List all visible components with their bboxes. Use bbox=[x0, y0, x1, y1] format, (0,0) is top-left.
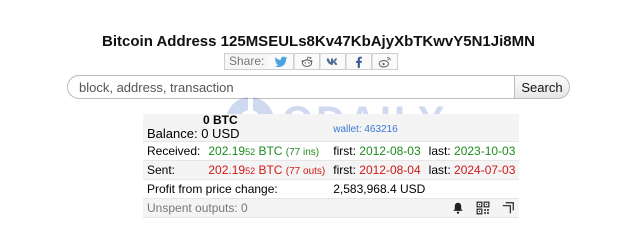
facebook-share-button[interactable] bbox=[346, 53, 373, 70]
search-button[interactable]: Search bbox=[514, 75, 570, 99]
profit-label: Profit from price change: bbox=[143, 179, 330, 199]
vk-icon bbox=[326, 58, 338, 65]
sent-first: first: 2012-08-04 bbox=[329, 160, 425, 180]
copy-icon[interactable] bbox=[501, 201, 515, 215]
vk-share-button[interactable] bbox=[320, 53, 347, 70]
profit-value: 2,583,968.4 USD bbox=[329, 179, 520, 199]
received-row: Received: 202.1952 BTC (77 ins) first: 2… bbox=[143, 141, 520, 161]
balance-row: 0 BTC Balance: 0 USD wallet: 463216 bbox=[143, 114, 520, 142]
sent-last: last: 2024-07-03 bbox=[424, 160, 520, 180]
balance-usd-line: Balance: 0 USD bbox=[147, 127, 325, 141]
unspent-row: Unspent outputs: 0 bbox=[143, 198, 520, 218]
address-summary-table: 0 BTC Balance: 0 USD wallet: 463216 Rece… bbox=[143, 114, 520, 218]
search-input[interactable] bbox=[67, 75, 514, 99]
sent-amount: 202.1952 BTC (77 outs) bbox=[204, 160, 330, 180]
share-label: Share: bbox=[224, 53, 269, 70]
twitter-share-button[interactable] bbox=[268, 53, 295, 70]
twitter-icon bbox=[274, 56, 288, 67]
bell-icon[interactable] bbox=[451, 201, 465, 215]
page-title: Bitcoin Address 125MSEULs8Kv47KbAjyXbTKw… bbox=[102, 33, 535, 50]
balance-label: Balance: bbox=[147, 126, 198, 141]
reddit-share-button[interactable] bbox=[294, 53, 321, 70]
received-first: first: 2012-08-03 bbox=[329, 141, 425, 161]
received-amount: 202.1952 BTC (77 ins) bbox=[204, 141, 330, 161]
facebook-icon bbox=[356, 56, 363, 68]
weibo-icon bbox=[379, 56, 392, 67]
received-count: (77 ins) bbox=[285, 147, 320, 158]
search-bar: Search bbox=[67, 75, 570, 99]
reddit-icon bbox=[301, 56, 313, 67]
share-bar: Share: bbox=[224, 53, 399, 70]
qr-code-icon[interactable] bbox=[476, 201, 490, 215]
address-actions bbox=[329, 198, 520, 218]
sent-row: Sent: 202.1952 BTC (77 outs) first: 2012… bbox=[143, 160, 520, 180]
sent-count: (77 outs) bbox=[285, 166, 326, 177]
balance-usd: 0 USD bbox=[201, 126, 240, 141]
sent-label: Sent: bbox=[143, 160, 205, 180]
profit-row: Profit from price change: 2,583,968.4 US… bbox=[143, 179, 520, 199]
received-last: last: 2023-10-03 bbox=[424, 141, 520, 161]
weibo-share-button[interactable] bbox=[372, 53, 399, 70]
received-label: Received: bbox=[143, 141, 205, 161]
wallet-link[interactable]: wallet: 463216 bbox=[333, 124, 398, 135]
unspent-outputs[interactable]: Unspent outputs: 0 bbox=[143, 198, 330, 218]
